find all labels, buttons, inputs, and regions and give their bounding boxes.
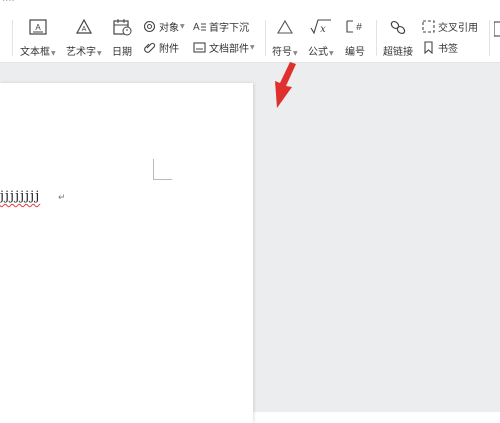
cross-reference-button[interactable]: 交叉引用 <box>421 19 478 34</box>
word-art-icon: A <box>74 16 94 38</box>
hyperlink-button[interactable]: 超链接 <box>383 16 413 58</box>
chevron-down-icon: ▼ <box>180 23 185 30</box>
svg-text:A: A <box>193 22 200 33</box>
svg-text:A: A <box>81 26 86 33</box>
numbering-button[interactable]: # 编号 <box>345 16 365 58</box>
link-icon <box>388 16 408 38</box>
text-box-label: 文本框 <box>20 47 50 58</box>
tab-title: .... <box>2 0 15 4</box>
insert-ribbon: A 文本框▼ A 艺术字▼ 日期 对象 ▼ 附件 A 首字下沉 文档部件 ▼ 符… <box>0 8 500 63</box>
drop-cap-label: 首字下沉 <box>209 23 249 34</box>
margin-corner-mark <box>153 159 172 180</box>
numbering-icon: # <box>345 16 365 38</box>
attachment-button[interactable]: 附件 <box>142 40 179 55</box>
cross-reference-label: 交叉引用 <box>438 23 478 34</box>
paperclip-icon <box>142 41 156 55</box>
formula-icon: x <box>310 16 332 38</box>
document-text[interactable]: jjjjjjjj <box>0 189 40 204</box>
symbol-label: 符号 <box>272 47 292 58</box>
date-button[interactable]: 日期 <box>112 16 132 58</box>
ribbon-separator <box>489 20 490 56</box>
formula-button[interactable]: x 公式▼ <box>308 16 334 58</box>
ribbon-overflow-item[interactable] <box>494 20 500 40</box>
numbering-label: 编号 <box>345 47 365 58</box>
hyperlink-label: 超链接 <box>383 47 413 58</box>
triangle-symbol-icon <box>275 16 295 38</box>
bookmark-button[interactable]: 书签 <box>421 40 458 55</box>
doc-parts-label: 文档部件 <box>209 44 249 55</box>
chevron-down-icon: ▼ <box>293 50 298 57</box>
attachment-label: 附件 <box>159 44 179 55</box>
calendar-icon <box>112 16 132 38</box>
chevron-down-icon: ▼ <box>51 50 56 57</box>
word-art-label: 艺术字 <box>66 47 96 58</box>
title-bar: .... <box>0 0 500 8</box>
formula-label: 公式 <box>308 47 328 58</box>
object-icon <box>142 20 156 34</box>
chevron-down-icon: ▼ <box>97 50 102 57</box>
chevron-down-icon: ▼ <box>250 44 255 51</box>
date-label: 日期 <box>112 47 132 58</box>
annotation-arrow-icon <box>275 62 296 108</box>
bookmark-label: 书签 <box>438 44 458 55</box>
ribbon-separator <box>12 20 13 56</box>
word-art-button[interactable]: A 艺术字▼ <box>66 16 102 58</box>
ribbon-separator <box>265 20 266 56</box>
text-box-button[interactable]: A 文本框▼ <box>20 16 56 58</box>
text-box-icon: A <box>28 16 48 38</box>
object-label: 对象 <box>159 23 179 34</box>
cross-reference-icon <box>421 20 435 34</box>
symbol-button[interactable]: 符号▼ <box>272 16 298 58</box>
document-page[interactable]: jjjjjjjj ↵ <box>0 83 253 423</box>
document-workspace: jjjjjjjj ↵ <box>0 63 500 423</box>
paragraph-mark-icon: ↵ <box>58 193 66 203</box>
svg-text:x: x <box>320 24 326 35</box>
chevron-down-icon: ▼ <box>329 50 334 57</box>
bookmark-icon <box>421 41 435 55</box>
drop-cap-button[interactable]: A 首字下沉 <box>192 19 250 34</box>
ribbon-separator <box>376 20 377 56</box>
svg-text:#: # <box>356 22 362 33</box>
doc-parts-icon <box>192 41 206 55</box>
drop-cap-icon: A <box>192 20 206 34</box>
doc-parts-button[interactable]: 文档部件 ▼ <box>192 40 255 55</box>
svg-text:A: A <box>35 23 41 32</box>
object-button[interactable]: 对象 ▼ <box>142 19 185 34</box>
